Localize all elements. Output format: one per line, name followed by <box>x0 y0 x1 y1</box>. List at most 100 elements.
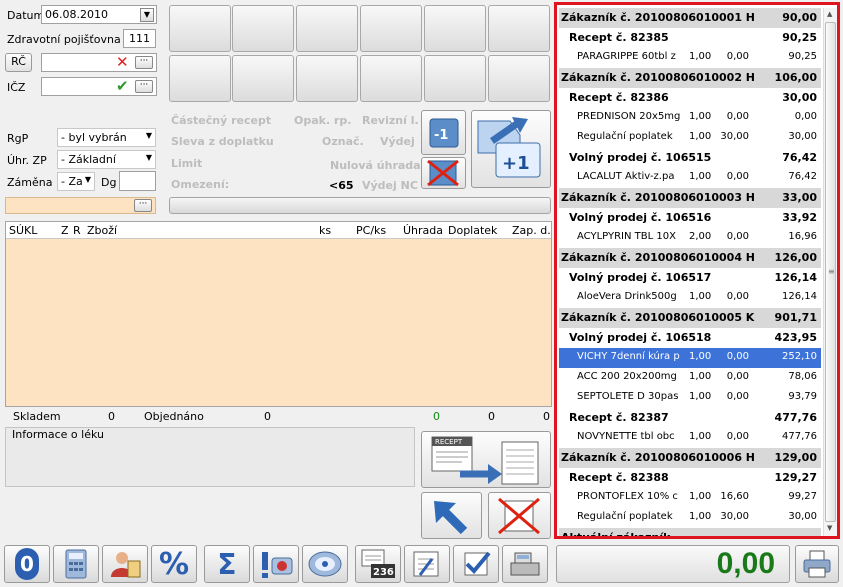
cash-register-button[interactable] <box>502 545 548 583</box>
rc-ellipsis-button[interactable]: ··· <box>135 56 153 69</box>
item-row[interactable]: Regulační poplatek 1,00 30,00 30,00 <box>559 508 821 528</box>
document-row[interactable]: Recept č. 82386 30,00 <box>559 88 821 108</box>
document-row[interactable]: Volný prodej č. 106517 126,14 <box>559 268 821 288</box>
datum-field[interactable]: 06.08.2010 ▼ <box>41 5 157 24</box>
row-quantity: 1,00 <box>689 171 712 182</box>
function-tile[interactable] <box>169 55 231 102</box>
row-amount: 90,25 <box>788 51 817 62</box>
document-row[interactable]: Volný prodej č. 106518 423,95 <box>559 328 821 348</box>
col-sukl[interactable]: SÚKL <box>9 224 37 237</box>
item-row[interactable]: SEPTOLETE D 30pas 1,00 0,00 93,79 <box>559 388 821 408</box>
item-row[interactable]: NOVYNETTE tbl obc 1,00 0,00 477,76 <box>559 428 821 448</box>
list-scrollbar[interactable]: ▲ ≡ ▼ <box>823 8 837 536</box>
function-tile[interactable] <box>424 5 486 52</box>
item-row[interactable]: ACC 200 20x200mg 1,00 0,00 78,06 <box>559 368 821 388</box>
oznac-option[interactable]: Označ. <box>322 135 364 148</box>
col-uhrada[interactable]: Úhrada <box>403 224 443 237</box>
customer-button[interactable] <box>102 545 148 583</box>
function-tile[interactable] <box>232 55 294 102</box>
minus-one-button[interactable]: -1 <box>421 110 466 155</box>
nulova-uhrada-option[interactable]: Nulová úhrada <box>330 159 421 172</box>
aisp-button[interactable] <box>302 545 348 583</box>
item-row-selected[interactable]: VICHY 7denní kúra p 1,00 0,00 252,10 <box>559 348 821 368</box>
rc-field[interactable]: ✕ ··· <box>41 53 157 72</box>
item-row[interactable]: PARAGRIPPE 60tbl z 1,00 0,00 90,25 <box>559 48 821 68</box>
document-236-button[interactable]: 236 <box>355 545 401 583</box>
customer-row[interactable]: Zákazník č. 20100806010005 K 901,71 <box>559 308 821 328</box>
col-pc-ks[interactable]: PC/ks <box>356 224 386 237</box>
cancel-button[interactable] <box>488 492 551 539</box>
function-tile[interactable] <box>424 55 486 102</box>
document-row[interactable]: Volný prodej č. 106515 76,42 <box>559 148 821 168</box>
function-tile[interactable] <box>296 55 358 102</box>
scroll-up-arrow[interactable]: ▲ <box>827 10 832 18</box>
scroll-down-arrow[interactable]: ▼ <box>827 524 832 532</box>
document-row[interactable]: Recept č. 82388 129,27 <box>559 468 821 488</box>
customer-row[interactable]: Aktuální zákazník <box>559 528 821 536</box>
sleva-option[interactable]: Sleva z doplatku <box>171 135 274 148</box>
function-tile[interactable] <box>360 55 422 102</box>
limit-option[interactable]: Limit <box>171 157 202 170</box>
function-tile[interactable] <box>488 5 550 52</box>
return-button[interactable] <box>421 492 482 539</box>
col-ks[interactable]: ks <box>319 224 331 237</box>
vydej-option[interactable]: Výdej <box>380 135 415 148</box>
item-row[interactable]: PREDNISON 20x5mg 1,00 0,00 0,00 <box>559 108 821 128</box>
print-button[interactable] <box>795 545 839 583</box>
row-amount: 76,42 <box>782 151 817 164</box>
delete-line-button[interactable] <box>421 157 466 189</box>
zero-icon: 0 <box>15 548 39 580</box>
calculator-button[interactable] <box>53 545 99 583</box>
chevron-down-icon: ▼ <box>84 175 91 184</box>
zero-button[interactable]: 0 <box>4 545 50 583</box>
chevron-down-icon[interactable]: ▼ <box>140 8 154 22</box>
item-row[interactable]: AloeVera Drink500g 1,00 0,00 126,14 <box>559 288 821 308</box>
customer-row[interactable]: Zákazník č. 20100806010003 H 33,00 <box>559 188 821 208</box>
col-z[interactable]: Z <box>61 224 69 237</box>
col-zbozi[interactable]: Zboží <box>87 224 117 237</box>
document-row[interactable]: Recept č. 82385 90,25 <box>559 28 821 48</box>
document-row[interactable]: Recept č. 82387 477,76 <box>559 408 821 428</box>
customer-row[interactable]: Zákazník č. 20100806010004 H 126,00 <box>559 248 821 268</box>
plus-one-button[interactable]: +1 <box>471 110 551 188</box>
icz-ellipsis-button[interactable]: ··· <box>135 80 153 93</box>
dg-field[interactable] <box>119 171 156 191</box>
rc-button[interactable]: RČ <box>5 53 32 72</box>
customer-row[interactable]: Zákazník č. 20100806010002 H 106,00 <box>559 68 821 88</box>
sum-button[interactable]: Σ <box>204 545 250 583</box>
col-zap-d[interactable]: Zap. d. <box>512 224 551 237</box>
note-field[interactable]: ··· <box>5 197 156 214</box>
zamena-select[interactable]: - Za ▼ <box>57 172 95 191</box>
opak-rp-option[interactable]: Opak. rp. <box>294 114 351 127</box>
customer-row[interactable]: Zákazník č. 20100806010001 H 90,00 <box>559 8 821 28</box>
item-row[interactable]: PRONTOFLEX 10% c 1,00 16,60 99,27 <box>559 488 821 508</box>
document-row[interactable]: Volný prodej č. 106516 33,92 <box>559 208 821 228</box>
pojistovna-field[interactable]: 111 <box>123 29 156 48</box>
icz-field[interactable]: ✔ ··· <box>41 77 157 96</box>
function-tile[interactable] <box>488 55 550 102</box>
item-row[interactable]: LACALUT Aktiv-z.pa 1,00 0,00 76,42 <box>559 168 821 188</box>
col-doplatek[interactable]: Doplatek <box>448 224 497 237</box>
function-tile[interactable] <box>360 5 422 52</box>
rgp-select[interactable]: - byl vybrán ▼ <box>57 128 156 147</box>
col-r[interactable]: R <box>73 224 81 237</box>
approve-button[interactable] <box>453 545 499 583</box>
item-row[interactable]: Regulační poplatek 1,00 30,00 30,00 <box>559 128 821 148</box>
discount-button[interactable]: % <box>151 545 197 583</box>
invoice-button[interactable] <box>404 545 450 583</box>
function-tile[interactable] <box>232 5 294 52</box>
vydej-nc-option[interactable]: Výdej NC <box>362 179 418 192</box>
uhr-select[interactable]: - Základní ▼ <box>57 150 156 169</box>
function-tile[interactable] <box>296 5 358 52</box>
alert-button[interactable] <box>253 545 299 583</box>
row-surcharge: 30,00 <box>720 511 749 522</box>
age-limit-option[interactable]: <65 <box>329 179 354 192</box>
recept-transfer-button[interactable]: RECEPT <box>421 431 551 488</box>
revizni-option[interactable]: Revizní l. <box>362 114 419 127</box>
function-tile[interactable] <box>169 5 231 52</box>
scroll-thumb[interactable]: ≡ <box>825 22 836 522</box>
note-ellipsis-button[interactable]: ··· <box>134 199 152 212</box>
item-row[interactable]: ACYLPYRIN TBL 10X 2,00 0,00 16,96 <box>559 228 821 248</box>
customer-row[interactable]: Zákazník č. 20100806010006 H 129,00 <box>559 448 821 468</box>
castecny-recept-option[interactable]: Částečný recept <box>171 114 271 127</box>
